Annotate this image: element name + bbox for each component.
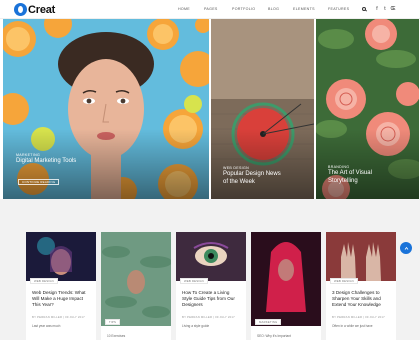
post-card[interactable]: TIPS 10 Exercises (101, 232, 171, 340)
slide-title[interactable]: The Art of Visual Storytelling (328, 170, 388, 185)
search-icon[interactable] (360, 4, 368, 14)
twitter-icon[interactable]: t (381, 4, 389, 14)
post-image[interactable] (326, 232, 396, 281)
slide-title[interactable]: Popular Design News of the Week (223, 171, 287, 186)
facebook-icon[interactable]: f (373, 4, 381, 14)
post-excerpt: Last year was much (32, 324, 61, 328)
slide-category[interactable]: WEB DESIGN (223, 166, 249, 170)
post-image[interactable] (251, 232, 321, 326)
header-icons: f t Œ (360, 4, 397, 14)
post-category[interactable]: WEB DESIGN (330, 278, 358, 284)
site-header: Creat HOME PAGES PORTFOLIO BLOG ELEMENTS… (0, 0, 420, 19)
hero-slide-marketing[interactable]: MARKETING Digital Marketing Tools CONTIN… (3, 19, 209, 199)
post-card[interactable]: MARKETING SEO: Why it's Important (251, 232, 321, 340)
post-card[interactable]: WEB DESIGN How To Create a Living Style … (176, 232, 246, 340)
hero-slider: MARKETING Digital Marketing Tools CONTIN… (0, 19, 420, 199)
nav-elements[interactable]: ELEMENTS (293, 7, 315, 11)
post-category[interactable]: WEB DESIGN (30, 278, 58, 284)
post-title[interactable]: 3 Design Challenges to Sharpen Your Skil… (332, 290, 390, 308)
slide-category[interactable]: BRANDING (328, 165, 349, 169)
post-category[interactable]: TIPS (105, 319, 121, 325)
post-image[interactable] (101, 232, 171, 326)
post-card[interactable]: WEB DESIGN Web Design Trends: What Will … (26, 232, 96, 340)
logo-text: Creat (28, 3, 56, 16)
hero-slide-web-design[interactable]: WEB DESIGN Popular Design News of the We… (211, 19, 314, 199)
post-card[interactable]: WEB DESIGN 3 Design Challenges to Sharpe… (326, 232, 396, 340)
post-meta: BY PERRAN MILLER | 09 JULY 2017 (332, 315, 385, 319)
post-category[interactable]: MARKETING (255, 319, 282, 325)
post-image[interactable] (176, 232, 246, 281)
post-meta: BY PERRAN MILLER | 09 JULY 2017 (32, 315, 85, 319)
post-image[interactable] (26, 232, 96, 281)
post-excerpt: Living a style guide (182, 324, 210, 328)
post-title[interactable]: Web Design Trends: What Will Make a Huge… (32, 290, 90, 308)
nav-pages[interactable]: PAGES (204, 7, 218, 11)
hero-slide-branding[interactable]: BRANDING The Art of Visual Storytelling (316, 19, 419, 199)
nav-features[interactable]: FEATURES (328, 7, 349, 11)
arrow-up-icon (404, 246, 408, 250)
nav-blog[interactable]: BLOG (268, 7, 279, 11)
slide-title[interactable]: Digital Marketing Tools (16, 158, 86, 166)
post-meta: BY PERRAN MILLER | 09 JULY 2017 (182, 315, 235, 319)
slide-category[interactable]: MARKETING (16, 153, 40, 157)
post-category[interactable]: WEB DESIGN (180, 278, 208, 284)
scroll-up-button[interactable] (400, 242, 412, 254)
nav-home[interactable]: HOME (178, 7, 190, 11)
post-excerpt: SEO: Why it's Important (257, 334, 291, 338)
post-excerpt: Often in a while we just have (332, 324, 373, 328)
rss-icon[interactable]: Œ (389, 4, 397, 14)
continue-reading-button[interactable]: CONTINUE READING (18, 179, 60, 185)
site-logo[interactable]: Creat (14, 3, 55, 16)
nav-portfolio[interactable]: PORTFOLIO (232, 7, 255, 11)
logo-mark-icon (14, 3, 27, 16)
post-title[interactable]: How To Create a Living Style Guide Tips … (182, 290, 240, 308)
post-excerpt: 10 Exercises (107, 334, 126, 338)
posts-section: WEB DESIGN Web Design Trends: What Will … (0, 199, 420, 340)
